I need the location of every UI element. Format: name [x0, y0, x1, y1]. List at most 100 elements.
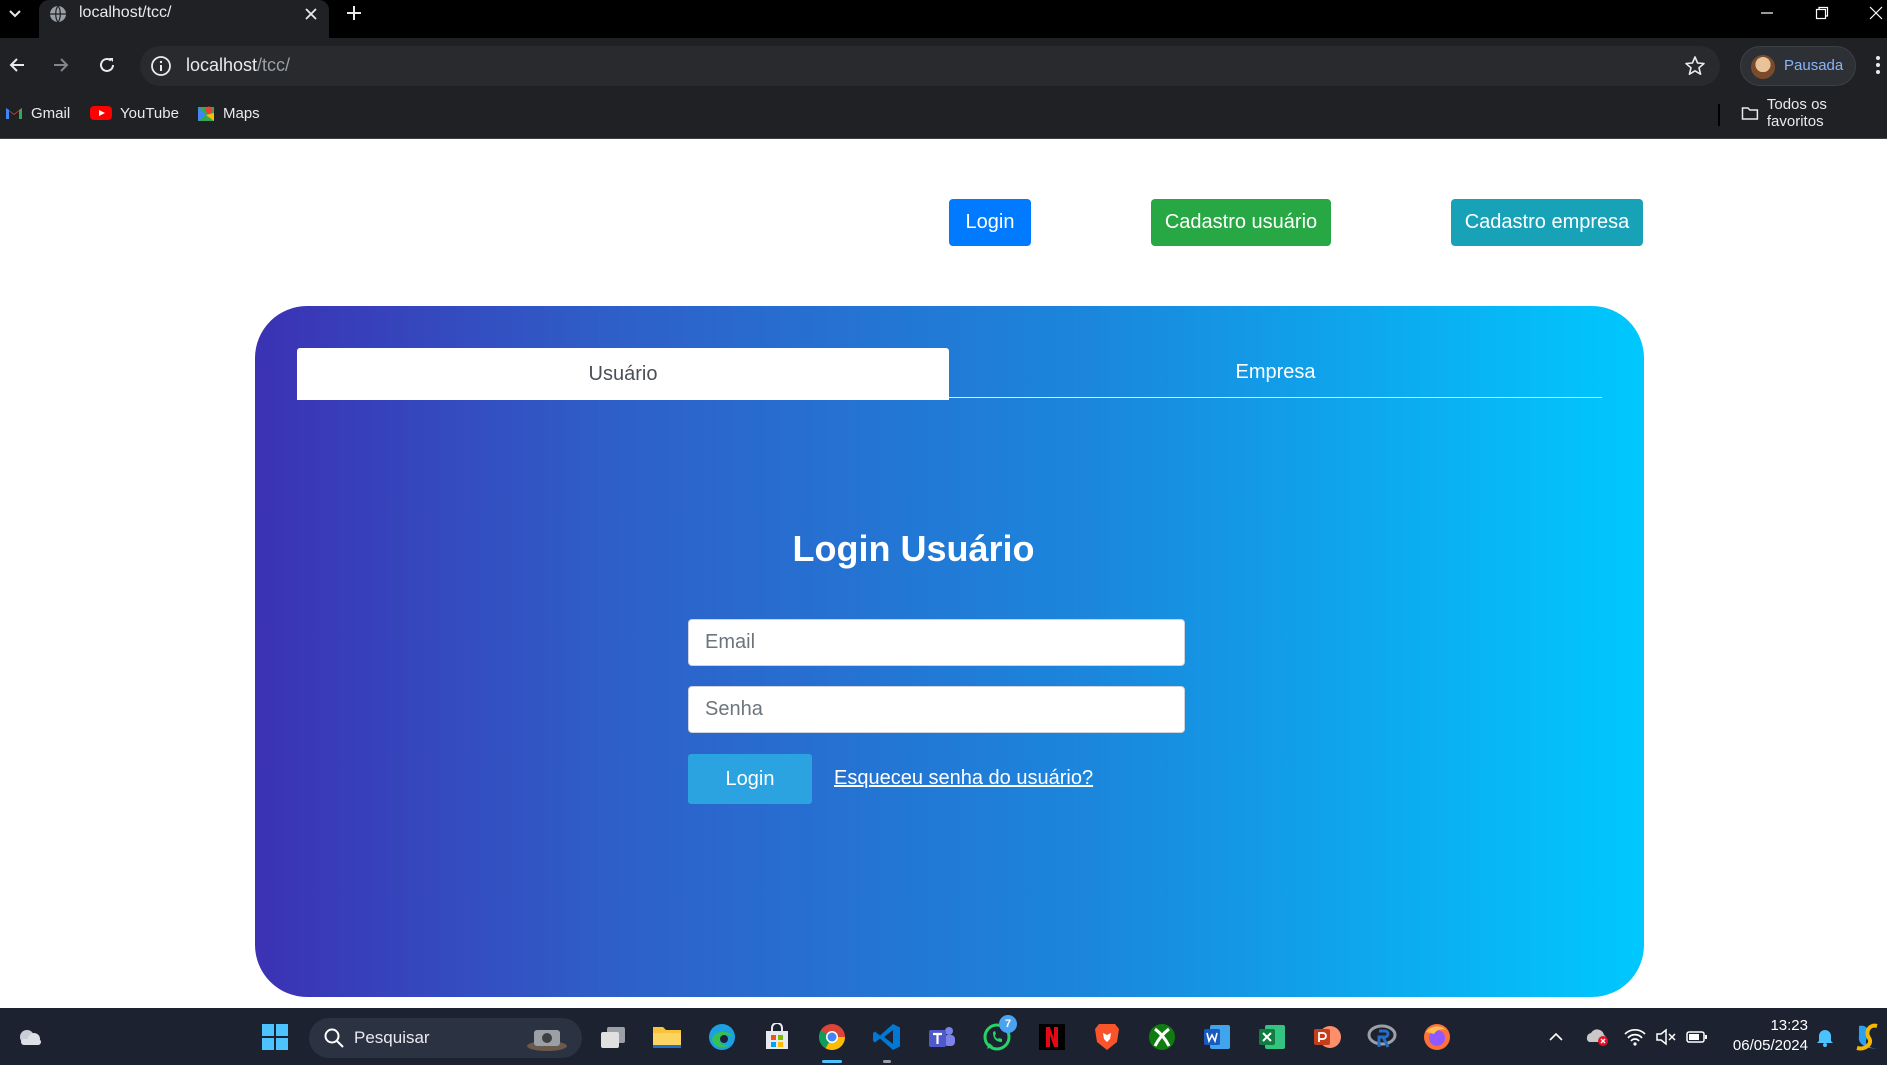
start-button[interactable] [259, 1021, 291, 1053]
netflix-icon [1039, 1024, 1065, 1050]
minimize-button[interactable] [1752, 2, 1782, 24]
windows-icon [262, 1024, 288, 1050]
address-bar[interactable]: localhost/tcc/ [140, 46, 1720, 86]
task-view-button[interactable] [597, 1021, 629, 1053]
chevron-up-icon [1549, 1032, 1563, 1041]
chrome-button[interactable] [816, 1021, 848, 1053]
maps-icon [198, 106, 214, 121]
cloud-icon [20, 1030, 41, 1045]
header-cadastro-empresa-button[interactable]: Cadastro empresa [1451, 199, 1643, 246]
excel-button[interactable] [1256, 1021, 1288, 1053]
cloud-error-icon [1586, 1029, 1608, 1046]
whatsapp-badge: 7 [999, 1015, 1017, 1033]
close-window-button[interactable] [1861, 2, 1887, 24]
onedrive-status[interactable] [1582, 1021, 1612, 1053]
tab-close-button[interactable] [301, 4, 321, 24]
rstudio-button[interactable] [1366, 1021, 1398, 1053]
folder-icon [653, 1027, 681, 1048]
star-icon[interactable] [1684, 55, 1706, 77]
battery-status[interactable] [1682, 1021, 1712, 1053]
wifi-status[interactable] [1620, 1021, 1650, 1053]
vscode-icon [873, 1024, 900, 1050]
file-explorer-button[interactable] [651, 1021, 683, 1053]
netflix-button[interactable] [1036, 1021, 1068, 1053]
bookmark-label: YouTube [120, 104, 179, 122]
teams-button[interactable] [926, 1021, 958, 1053]
new-tab-button[interactable] [342, 1, 366, 25]
profile-button[interactable]: Pausada [1740, 46, 1856, 86]
forward-button[interactable] [46, 50, 76, 80]
browser-tabstrip: localhost/tcc/ [0, 0, 1887, 38]
tab-usuario[interactable]: Usuário [297, 348, 949, 400]
notifications-button[interactable] [1812, 1021, 1838, 1053]
arrow-left-icon [9, 58, 24, 72]
tab-title: localhost/tcc/ [79, 4, 172, 21]
brave-button[interactable] [1091, 1021, 1123, 1053]
wifi-icon [1624, 1028, 1646, 1046]
password-field[interactable]: Senha [688, 686, 1185, 733]
copilot-button[interactable] [1852, 1021, 1884, 1053]
powerpoint-button[interactable] [1311, 1021, 1343, 1053]
bookmark-gmail[interactable]: Gmail [5, 100, 70, 126]
clock-time: 13:23 [1770, 1017, 1808, 1034]
whatsapp-button[interactable]: 7 [981, 1015, 1017, 1053]
bookmark-maps[interactable]: Maps [197, 100, 260, 126]
camera-icon [527, 1030, 567, 1051]
header-login-button[interactable]: Login [949, 199, 1031, 246]
vscode-button[interactable] [871, 1021, 903, 1053]
back-button[interactable] [2, 50, 32, 80]
browser-menu-button[interactable] [1871, 50, 1885, 80]
forgot-password-link[interactable]: Esqueceu senha do usuário? [834, 767, 1093, 790]
globe-icon [50, 5, 66, 23]
battery-icon [1686, 1031, 1707, 1043]
firefox-icon [1424, 1024, 1450, 1050]
chrome-icon [818, 1024, 846, 1051]
xbox-button[interactable] [1146, 1021, 1178, 1053]
header-cadastro-usuario-button[interactable]: Cadastro usuário [1151, 199, 1331, 246]
login-card: Usuário Empresa Login Usuário Email Senh… [255, 306, 1644, 997]
edge-button[interactable] [706, 1021, 738, 1053]
clock-date: 06/05/2024 [1732, 1037, 1808, 1054]
chevron-down-icon [9, 10, 21, 18]
weather-widget[interactable] [14, 1021, 46, 1053]
xbox-icon [1149, 1024, 1175, 1050]
folder-icon [1741, 107, 1759, 120]
taskbar-search[interactable]: Pesquisar [309, 1018, 582, 1058]
chrome-active-indicator [822, 1060, 842, 1063]
email-field[interactable]: Email [688, 619, 1185, 666]
reload-button[interactable] [92, 50, 122, 80]
close-icon [305, 8, 317, 20]
more-vertical-icon [1876, 56, 1880, 74]
web-page: Login Cadastro usuário Cadastro empresa … [0, 139, 1887, 1008]
form-title: Login Usuário [255, 528, 1644, 570]
windows-taskbar: Pesquisar 7 13:23 06/05/2024 [0, 1008, 1887, 1065]
tab-search-button[interactable] [2, 0, 28, 26]
tab-empresa[interactable]: Empresa [949, 348, 1602, 398]
minimize-icon [1761, 12, 1773, 14]
show-hidden-icons-button[interactable] [1541, 1021, 1571, 1053]
edge-icon [709, 1024, 735, 1050]
volume-status[interactable] [1651, 1021, 1681, 1053]
store-icon [766, 1023, 788, 1049]
restore-button[interactable] [1807, 2, 1837, 24]
reload-icon [100, 57, 114, 72]
browser-toolbar: localhost/tcc/ Pausada [0, 38, 1887, 90]
profile-label: Pausada [1784, 57, 1844, 74]
clock[interactable]: 13:23 06/05/2024 [1718, 1016, 1808, 1056]
browser-tab[interactable]: localhost/tcc/ [39, 0, 329, 38]
word-button[interactable] [1201, 1021, 1233, 1053]
firefox-button[interactable] [1421, 1021, 1453, 1053]
vscode-open-indicator [883, 1060, 891, 1063]
search-icon [324, 1028, 344, 1048]
login-submit-button[interactable]: Login [688, 754, 812, 804]
all-bookmarks-button[interactable]: Todos os favoritos [1741, 96, 1887, 130]
taskbar-search-placeholder: Pesquisar [354, 1028, 430, 1047]
info-icon[interactable] [150, 55, 172, 77]
brave-icon [1095, 1024, 1119, 1050]
plus-icon [347, 6, 361, 20]
url-path: /tcc/ [257, 55, 291, 75]
email-placeholder: Email [705, 631, 756, 653]
bookmark-youtube[interactable]: YouTube [90, 100, 179, 126]
gmail-icon [6, 108, 22, 119]
store-button[interactable] [761, 1021, 793, 1053]
